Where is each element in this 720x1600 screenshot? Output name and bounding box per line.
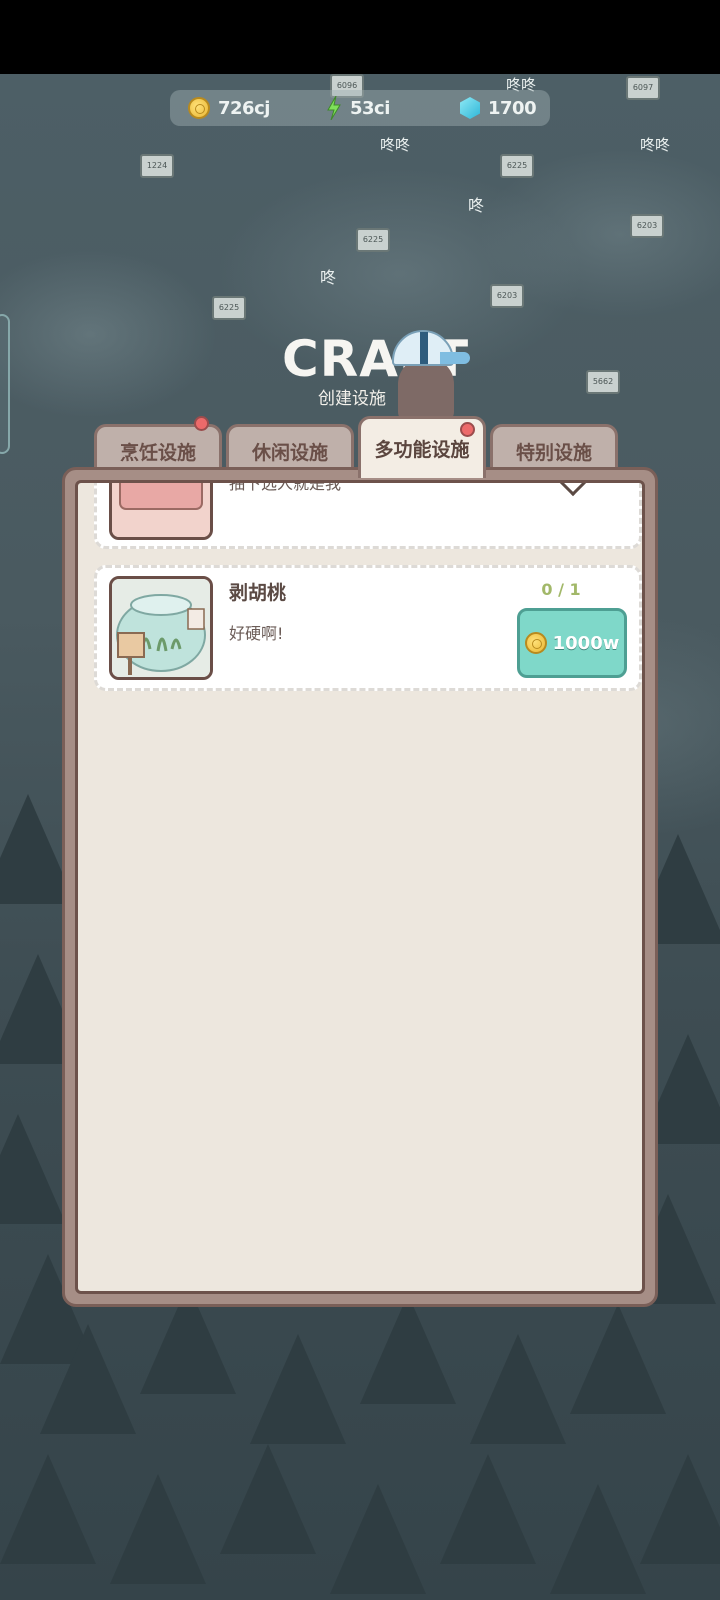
status-bar — [0, 0, 720, 74]
tab-label: 烹饪设施 — [119, 442, 196, 464]
buy-price: 1000w — [552, 632, 620, 654]
facility-image — [112, 483, 210, 537]
mascot-body — [398, 358, 454, 422]
tree — [640, 1454, 720, 1564]
side-drawer-handle[interactable] — [0, 314, 10, 454]
gem-counter[interactable]: 1700 — [460, 90, 537, 126]
resource-bar: 726cj 53ci 1700 — [170, 90, 550, 126]
tree — [440, 1454, 536, 1564]
tree — [330, 1484, 426, 1594]
coin-counter[interactable]: 726cj — [188, 90, 270, 126]
coin-amount: 726cj — [218, 97, 270, 119]
tab-label: 多功能设施 — [374, 439, 470, 461]
facility-description: 抽下选人就是我 — [229, 480, 342, 493]
mascot-cap-stripe — [420, 332, 428, 364]
map-speech-bubble: 咚咚 — [380, 136, 411, 154]
map-speech-bubble: 咚 — [468, 196, 485, 215]
buy-button[interactable]: 1000w — [517, 608, 627, 678]
map-flag: 6097 — [626, 76, 660, 100]
tree — [0, 1454, 96, 1564]
chevron-down-icon[interactable] — [558, 483, 588, 497]
energy-counter[interactable]: 53ci — [326, 90, 390, 126]
coin-icon — [188, 97, 210, 119]
map-flag: 6225 — [212, 296, 246, 320]
tree — [250, 1334, 346, 1444]
map-speech-bubble: 咚咚 — [640, 136, 671, 154]
map-flag: 6225 — [356, 228, 390, 252]
map-flag: 5662 — [586, 370, 620, 394]
energy-amount: 53ci — [350, 97, 390, 119]
notification-badge — [460, 422, 475, 437]
facility-card[interactable]: 抽下选人就是我 — [94, 480, 642, 549]
tree — [40, 1324, 136, 1434]
facility-panel: 抽下选人就是我 剥胡桃 好硬啊! 0 / 1 1000w — [62, 467, 658, 1307]
facility-list[interactable]: 抽下选人就是我 剥胡桃 好硬啊! 0 / 1 1000w — [75, 480, 645, 1294]
tree — [470, 1334, 566, 1444]
tab-label: 休闲设施 — [251, 442, 328, 464]
facility-image — [112, 579, 210, 677]
facility-name: 剥胡桃 — [229, 582, 287, 604]
map-flag: 6203 — [490, 284, 524, 308]
facility-description: 好硬啊! — [229, 624, 284, 643]
gem-icon — [460, 97, 480, 119]
mascot-character — [390, 330, 470, 422]
facility-thumbnail — [109, 483, 213, 540]
map-flag: 6203 — [630, 214, 664, 238]
tree — [570, 1304, 666, 1414]
notification-badge — [194, 416, 209, 431]
tree — [0, 1114, 66, 1224]
energy-icon — [327, 96, 341, 120]
tab-label: 特别设施 — [515, 442, 592, 464]
build-count: 0 / 1 — [541, 580, 581, 599]
gem-amount: 1700 — [488, 97, 537, 119]
coin-icon — [524, 632, 547, 654]
map-speech-bubble: 咚 — [320, 268, 337, 287]
facility-card[interactable]: 剥胡桃 好硬啊! 0 / 1 1000w — [94, 565, 642, 691]
facility-thumbnail — [109, 576, 213, 680]
map-flag: 1224 — [140, 154, 174, 178]
tree — [360, 1294, 456, 1404]
tree — [110, 1474, 206, 1584]
tree — [220, 1444, 316, 1554]
map-flag: 6225 — [500, 154, 534, 178]
tree — [550, 1484, 646, 1594]
